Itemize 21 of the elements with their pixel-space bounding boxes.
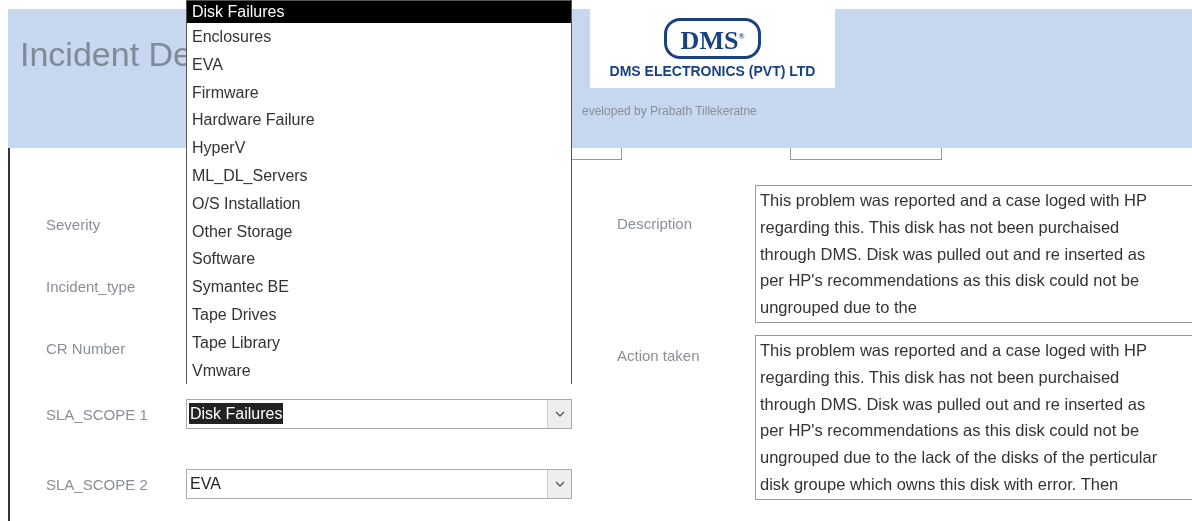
field-label: CR Number [46, 339, 127, 357]
field-label: SLA_SCOPE 1 [46, 405, 149, 423]
company-name: DMS ELECTRONICS (PVT) LTD [609, 63, 816, 80]
chevron-down-icon [554, 411, 565, 417]
combo-box[interactable]: Disk Failures [186, 399, 572, 429]
credit-text: eveloped by Prabath Tillekeratne [582, 104, 758, 118]
field-label: SLA_SCOPE 2 [46, 475, 149, 493]
field-label: Description [616, 214, 694, 234]
dropdown-option[interactable]: Disk Failures [187, 1, 571, 23]
dropdown-button[interactable] [547, 400, 571, 428]
field-label: Action taken [616, 346, 701, 366]
memo-field[interactable]: This problem was reported and a case loged with HP regarding this. This disk has not been purchaised through DMS. Disk was pulled out and re inserted as per HP's recommendations as this disk could not be ungrouped due to the lack of the disks of the perticular disk groupe which owns this disk with error. Then [755, 335, 1192, 500]
combo-value: EVA [189, 474, 222, 494]
combo-value: Disk Failures [189, 403, 284, 424]
chevron-down-icon [554, 481, 565, 487]
logo-mark: DMS$^{®}$ [663, 17, 762, 60]
field-label: Incident_type [46, 277, 137, 295]
dropdown-button[interactable] [547, 470, 571, 498]
field-label: Severity [46, 215, 102, 233]
memo-field[interactable]: This problem was reported and a case loged with HP regarding this. This disk has not been purchaised through DMS. Disk was pulled out and re inserted as per HP's recommendations as this disk could not be ungrouped due to the [755, 185, 1192, 323]
combo-box[interactable]: EVA [186, 469, 572, 499]
